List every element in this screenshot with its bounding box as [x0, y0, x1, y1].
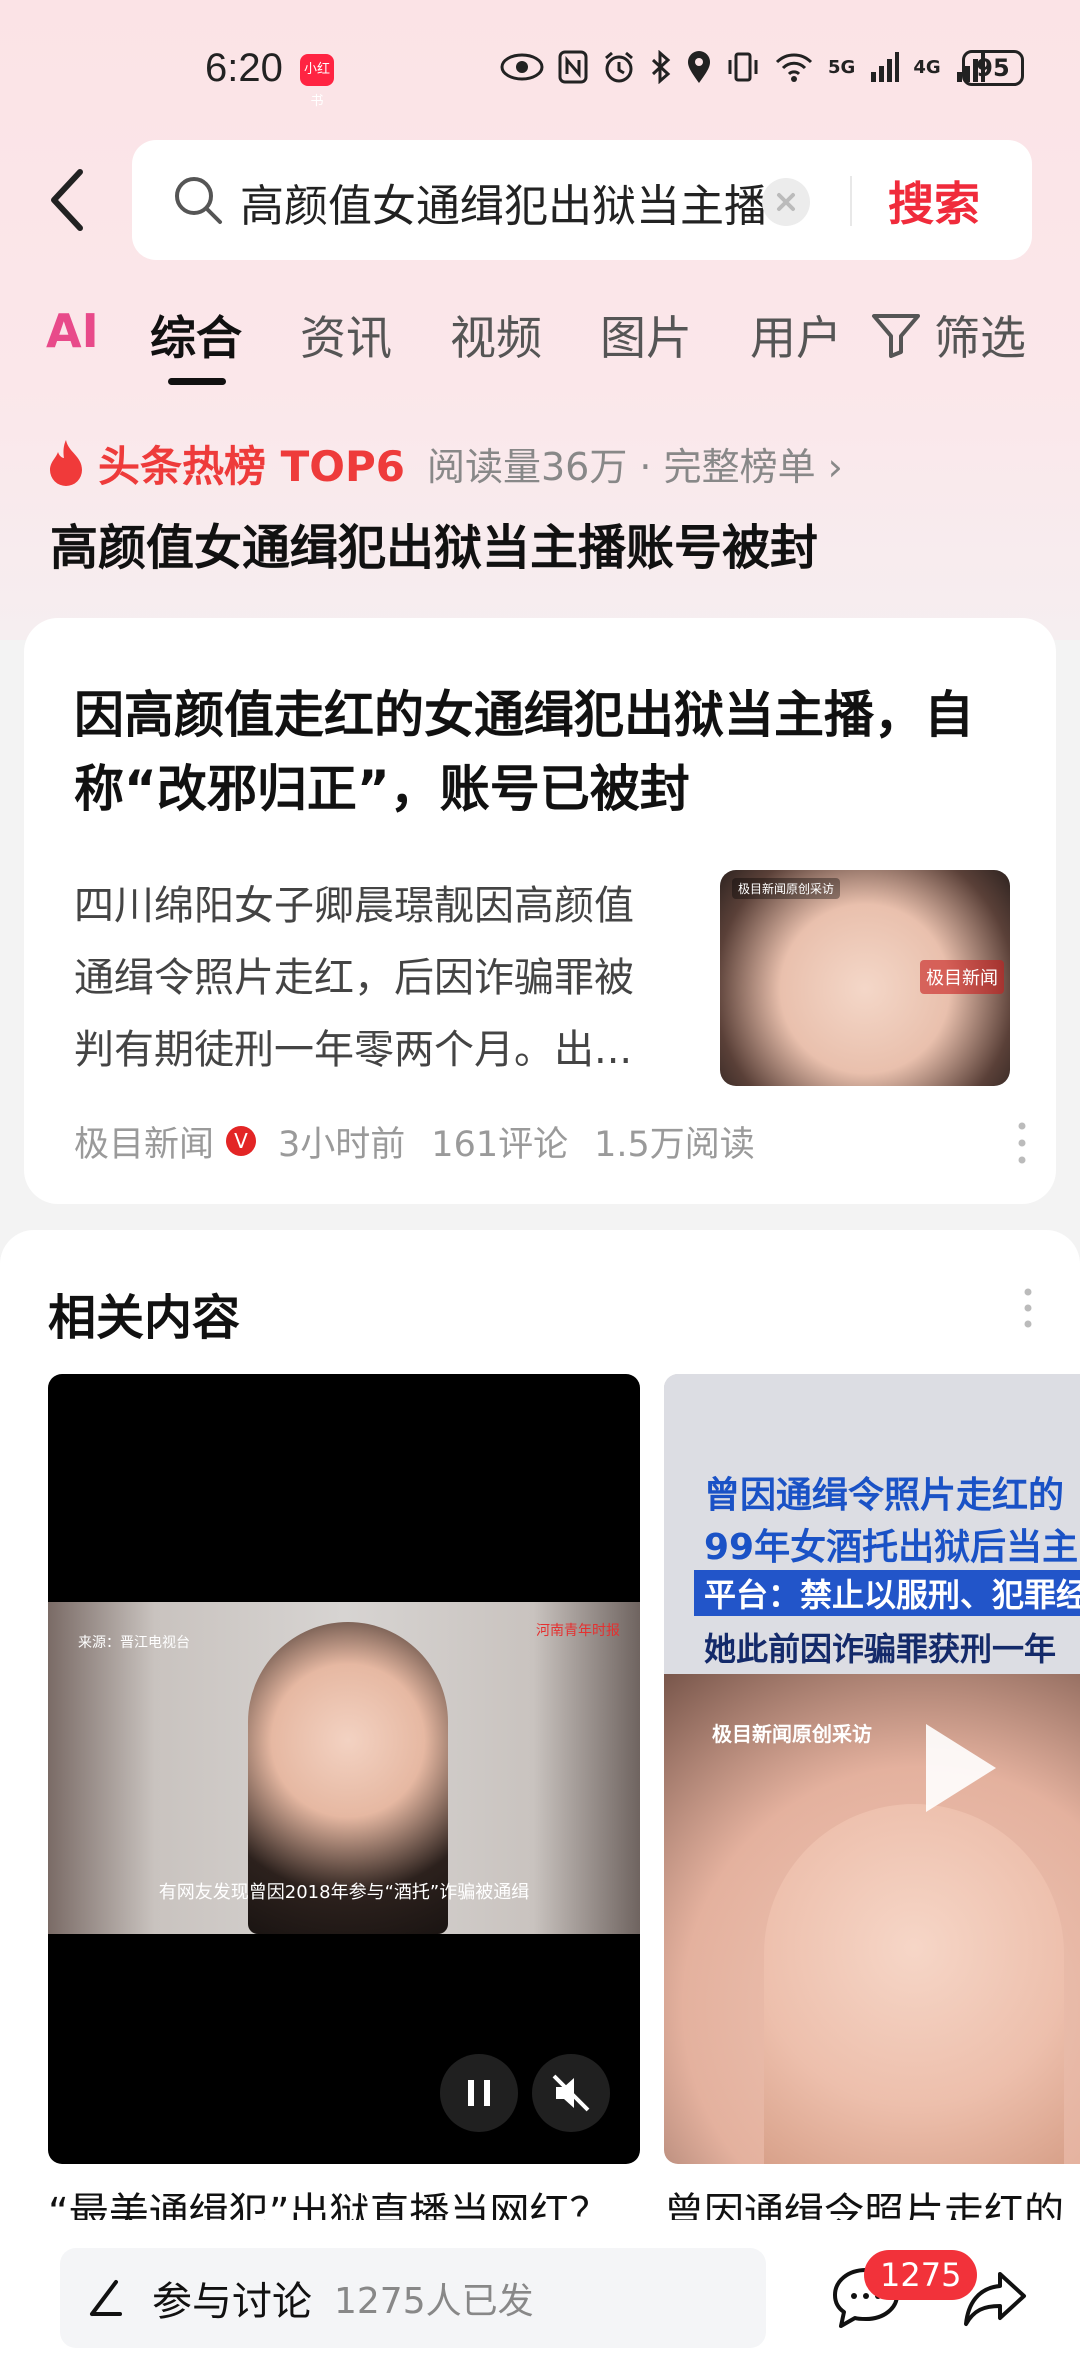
video-subtitle: 有网友发现曾因2018年参与“酒托”诈骗被通缉	[158, 1882, 530, 1903]
close-icon	[777, 193, 795, 211]
alarm-icon	[605, 51, 633, 83]
network-4g-label: 4G	[913, 56, 941, 78]
active-tab-indicator	[168, 378, 226, 385]
share-icon[interactable]	[962, 2268, 1028, 2330]
hot-list-label: 头条热榜 TOP6	[98, 441, 405, 491]
video-frame: 来源：晋江电视台 河南青年时报 有网友发现曾因2018年参与“酒托”诈骗被通缉	[48, 1602, 640, 1934]
video-person-image	[764, 1804, 1064, 2164]
discussion-label: 参与讨论	[152, 2279, 312, 2325]
discussion-count: 1275人已发	[334, 2281, 534, 2322]
hot-list-link[interactable]: 头条热榜 TOP6 阅读量36万 · 完整榜单 ›	[46, 435, 843, 491]
tab-users[interactable]: 用户	[750, 302, 842, 368]
search-results-page: 6:20 小红书 5G 4G 95 高颜值女通缉犯出狱当主播 搜索 AI 综合 …	[0, 0, 1080, 2376]
thumbnail-tag: 极目新闻原创采访	[732, 878, 841, 899]
nfc-icon	[558, 50, 588, 84]
more-options-icon[interactable]	[1022, 1286, 1034, 1330]
vibrate-icon	[728, 52, 758, 82]
tab-all[interactable]: 综合	[150, 302, 242, 368]
hot-list-meta: 阅读量36万 · 完整榜单 ›	[426, 444, 843, 489]
article-title[interactable]: 因高颜值走红的女通缉犯出狱当主播，自称“改邪归正”，账号已被封	[74, 678, 1014, 826]
mute-button[interactable]	[532, 2054, 610, 2132]
video-brand-label: 河南青年时报	[536, 1623, 620, 1639]
tab-videos[interactable]: 视频	[450, 302, 542, 368]
discussion-input[interactable]: 参与讨论 1275人已发	[60, 2248, 766, 2348]
thumbnail-logo: 极目新闻	[920, 960, 1004, 994]
video-headline-line: 曾因通缉令照片走红的	[704, 1475, 1065, 1516]
tab-news[interactable]: 资讯	[300, 302, 392, 368]
search-bar[interactable]: 高颜值女通缉犯出狱当主播 搜索	[132, 140, 1032, 260]
article-card[interactable]: 因高颜值走红的女通缉犯出狱当主播，自称“改邪归正”，账号已被封 四川绵阳女子卿晨…	[24, 618, 1056, 1204]
network-5g-label: 5G	[828, 56, 856, 78]
verified-badge-icon: V	[226, 1126, 257, 1156]
location-icon	[688, 51, 710, 83]
bottom-bar: 参与讨论 1275人已发 1275	[0, 2220, 1080, 2376]
mute-icon	[552, 2074, 590, 2112]
related-title: 相关内容	[48, 1290, 241, 1346]
battery-indicator: 95	[962, 50, 1024, 86]
result-tabs: AI 综合 资讯 视频 图片 用户 筛选	[0, 290, 1080, 400]
video-headline-line: 她此前因诈骗罪获刑一年	[704, 1630, 1057, 1668]
signal-icon	[871, 52, 900, 82]
pause-button[interactable]	[440, 2054, 518, 2132]
video-headline-line: 99年女酒托出狱后当主	[704, 1527, 1079, 1568]
article-summary: 四川绵阳女子卿晨璟靓因高颜值通缉令照片走红，后因诈骗罪被判有期徒刑一年零两个月。…	[74, 883, 634, 1073]
app-notification-icon: 小红书	[300, 54, 334, 109]
status-bar: 6:20 小红书 5G 4G 95	[0, 40, 1080, 109]
filter-icon	[872, 314, 920, 358]
article-source[interactable]: 极目新闻	[74, 1116, 214, 1167]
comment-count-badge: 1275	[864, 2250, 978, 2300]
video-card-1[interactable]: 来源：晋江电视台 河南青年时报 有网友发现曾因2018年参与“酒托”诈骗被通缉	[48, 1374, 640, 2164]
filter-label: 筛选	[934, 311, 1026, 365]
search-button[interactable]: 搜索	[888, 168, 980, 234]
wifi-icon	[775, 53, 813, 82]
video-source-label: 来源：晋江电视台	[78, 1635, 190, 1651]
filter-button[interactable]: 筛选	[870, 302, 1026, 368]
back-arrow-icon	[51, 169, 83, 231]
pause-icon	[468, 2080, 490, 2106]
status-time: 6:20	[205, 46, 283, 90]
tab-images[interactable]: 图片	[600, 302, 692, 368]
video-headline-line: 平台：禁止以服刑、犯罪经	[694, 1570, 1080, 1616]
status-icons: 5G 4G	[500, 50, 985, 84]
clear-search-button[interactable]	[762, 178, 810, 226]
eye-icon	[500, 53, 544, 81]
tab-ai[interactable]: AI	[46, 304, 99, 358]
more-options-icon[interactable]	[1016, 1118, 1028, 1168]
search-icon	[175, 177, 222, 224]
pen-icon	[90, 2280, 122, 2316]
hot-topic-title[interactable]: 高颜值女通缉犯出狱当主播账号被封	[50, 508, 818, 578]
search-divider	[850, 176, 852, 226]
article-meta: 极目新闻 V 3小时前 161评论 1.5万阅读	[74, 1116, 781, 1166]
back-button[interactable]	[40, 160, 100, 240]
play-icon[interactable]	[926, 1724, 996, 1812]
article-comments: 161评论	[431, 1124, 569, 1165]
related-content-section: 相关内容 来源：晋江电视台 河南青年时报 有网友发现曾因2018年参与“酒托”诈…	[0, 1230, 1080, 2230]
article-thumbnail[interactable]: 极目新闻原创采访 极目新闻	[720, 870, 1010, 1086]
article-reads: 1.5万阅读	[594, 1124, 755, 1165]
video-credit: 极目新闻原创采访	[712, 1722, 872, 1746]
flame-icon	[50, 440, 82, 486]
battery-level: 95	[976, 54, 1010, 82]
video-card-2[interactable]: 曾因通缉令照片走红的 99年女酒托出狱后当主 平台：禁止以服刑、犯罪经 她此前因…	[664, 1374, 1080, 2164]
article-time: 3小时前	[278, 1124, 406, 1165]
bluetooth-icon	[651, 50, 671, 84]
